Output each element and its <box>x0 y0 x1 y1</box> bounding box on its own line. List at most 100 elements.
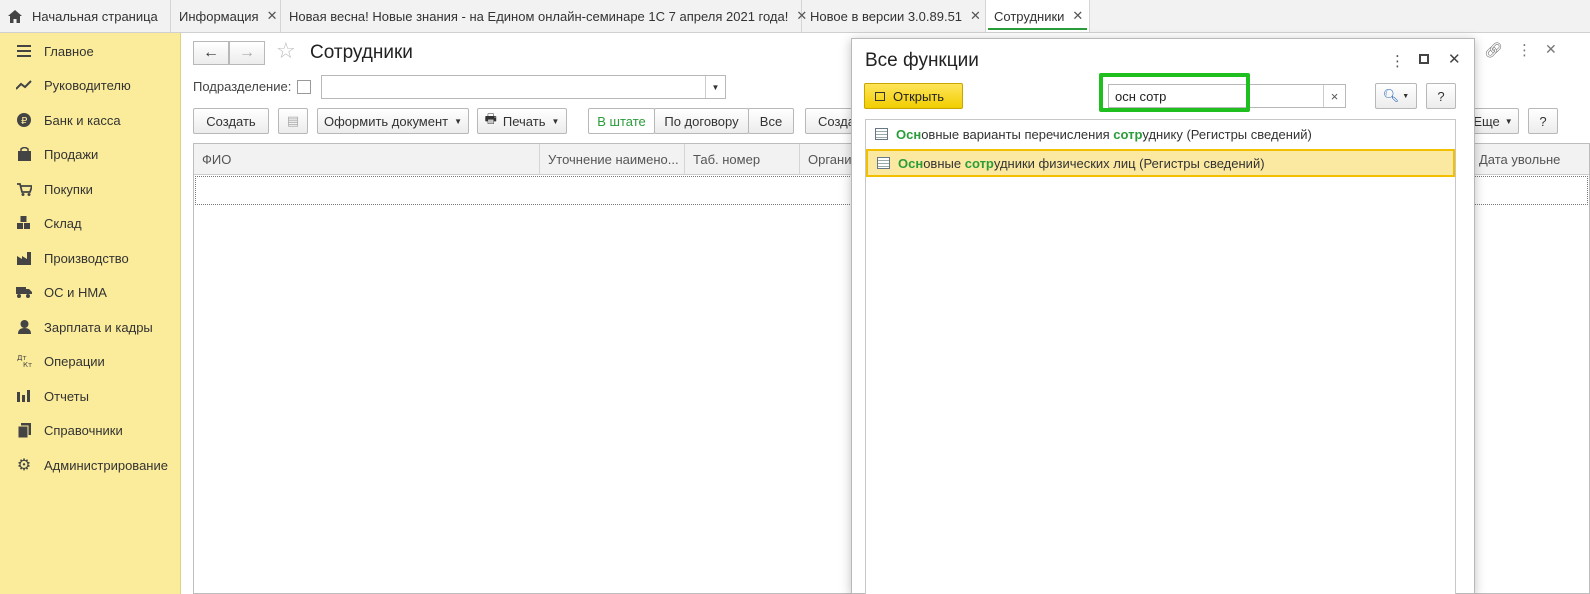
chevron-down-icon: ▼ <box>1402 92 1410 100</box>
match-highlight: сотр <box>964 155 994 171</box>
result-text: Основные сотрудники физических лиц (Реги… <box>898 156 1265 171</box>
dialog-help-button[interactable]: ? <box>1426 83 1456 109</box>
close-icon[interactable]: ✕ <box>970 8 981 24</box>
column-header-tab-number[interactable]: Таб. номер <box>685 144 800 175</box>
result-text-part: уднику (Регистры сведений) <box>1142 126 1312 142</box>
forward-button[interactable]: → <box>229 41 265 65</box>
dialog-title: Все функции <box>865 50 979 71</box>
make-document-label: Оформить документ <box>323 113 449 129</box>
highlight-box <box>1099 73 1250 112</box>
register-icon <box>877 157 890 169</box>
sidebar-item-label: Продажи <box>44 146 99 162</box>
column-header-dismissal-date[interactable]: Дата увольне <box>1471 144 1590 175</box>
sidebar-item-warehouse[interactable]: Склад <box>0 208 181 238</box>
list-item-selected[interactable]: Основные сотрудники физических лиц (Реги… <box>866 149 1455 177</box>
help-button[interactable]: ? <box>1528 108 1558 134</box>
bag-icon <box>16 146 32 162</box>
subdivision-checkbox[interactable] <box>297 80 311 94</box>
favorite-star-icon[interactable]: ☆ <box>276 38 296 64</box>
more-vertical-icon[interactable]: ⋮ <box>1390 52 1405 70</box>
tab-info[interactable]: Информация ✕ <box>171 0 281 32</box>
sidebar-item-fixed-assets[interactable]: ОС и НМА <box>0 277 181 307</box>
sidebar-item-manager[interactable]: Руководителю <box>0 70 181 100</box>
copy-document-button[interactable]: ▤ <box>278 108 308 134</box>
svg-text:Кт: Кт <box>23 361 32 368</box>
dropdown-arrow-icon[interactable]: ▼ <box>705 76 725 98</box>
sidebar-item-label: Склад <box>44 215 82 231</box>
sidebar-item-label: Операции <box>44 353 105 369</box>
clear-icon[interactable]: × <box>1323 85 1345 107</box>
sidebar: Главное Руководителю ₽ Банк и касса Прод… <box>0 33 181 594</box>
filter-contract-button[interactable]: По договору <box>654 108 749 134</box>
link-icon[interactable]: 🔗︎ <box>1484 41 1503 59</box>
sidebar-item-operations[interactable]: Дт Кт Операции <box>0 346 181 376</box>
open-button[interactable]: Открыть <box>864 83 963 109</box>
tab-employees[interactable]: Сотрудники ✕ <box>986 0 1090 32</box>
match-highlight: сотр <box>1113 126 1143 142</box>
all-functions-dialog: Все функции ⋮ ✕ Открыть осн сотр × 🔍︎ ▼ ?… <box>851 38 1475 594</box>
result-text-part: овные варианты перечисления <box>921 126 1114 142</box>
maximize-icon[interactable] <box>1419 54 1429 64</box>
subdivision-field[interactable]: ▼ <box>321 75 726 99</box>
more-vertical-icon[interactable]: ⋮ <box>1517 41 1532 59</box>
column-label: ФИО <box>202 152 232 167</box>
print-button[interactable]: 🖶 Печать ▼ <box>477 108 567 134</box>
search-icon: 🔍︎ <box>1382 88 1400 103</box>
factory-icon <box>16 250 32 266</box>
sidebar-item-label: ОС и НМА <box>44 284 107 300</box>
filter-contract-label: По договору <box>664 113 739 129</box>
sidebar-item-label: Банк и касса <box>44 112 121 128</box>
sidebar-item-reports[interactable]: Отчеты <box>0 381 181 411</box>
result-text-part: удники физических лиц (Регистры сведений… <box>993 155 1265 171</box>
sidebar-item-catalogs[interactable]: Справочники <box>0 415 181 445</box>
page-title: Сотрудники <box>310 42 413 63</box>
register-icon <box>875 128 888 140</box>
sidebar-item-main[interactable]: Главное <box>0 36 181 66</box>
close-icon[interactable]: ✕ <box>267 8 278 24</box>
subdivision-label: Подразделение: <box>193 79 292 94</box>
dt-kt-icon: Дт Кт <box>16 353 32 369</box>
tab-home[interactable]: Начальная страница <box>0 0 171 32</box>
tab-seminar[interactable]: Новая весна! Новые знания - на Едином он… <box>281 0 807 32</box>
chevron-down-icon: ▼ <box>454 116 463 126</box>
list-item[interactable]: Основные варианты перечисления сотрудник… <box>866 120 1455 148</box>
boxes-icon <box>16 215 32 231</box>
sidebar-item-label: Производство <box>44 250 129 266</box>
menu-lines-icon <box>16 43 32 59</box>
tab-label: Начальная страница <box>32 8 158 24</box>
filter-all-label: Все <box>759 113 783 129</box>
svg-text:₽: ₽ <box>21 116 28 127</box>
tab-bar: Начальная страница Информация ✕ Новая ве… <box>0 0 1590 33</box>
filter-staff-button[interactable]: В штате <box>588 108 655 134</box>
close-icon[interactable]: ✕ <box>1072 8 1083 24</box>
tab-label: Сотрудники <box>994 8 1065 24</box>
sidebar-item-purchases[interactable]: Покупки <box>0 174 181 204</box>
sidebar-item-label: Руководителю <box>44 77 131 93</box>
print-label: Печать <box>502 113 546 129</box>
sidebar-item-sales[interactable]: Продажи <box>0 139 181 169</box>
sidebar-item-admin[interactable]: ⚙ Администрирование <box>0 450 181 480</box>
sidebar-item-salary[interactable]: Зарплата и кадры <box>0 312 181 342</box>
filter-all-button[interactable]: Все <box>748 108 794 134</box>
column-header-clarification[interactable]: Уточнение наимено... <box>540 144 685 175</box>
tab-whats-new[interactable]: Новое в версии 3.0.89.51 ✕ <box>802 0 986 32</box>
column-header-fio[interactable]: ФИО <box>194 144 540 175</box>
search-button[interactable]: 🔍︎ ▼ <box>1375 83 1417 109</box>
close-icon[interactable]: ✕ <box>1448 50 1461 68</box>
more-label: Еще <box>1473 113 1500 129</box>
sidebar-item-production[interactable]: Производство <box>0 243 181 273</box>
tab-label: Информация <box>179 8 259 24</box>
column-label: Таб. номер <box>693 152 761 167</box>
match-highlight: Осн <box>896 126 922 142</box>
close-icon[interactable]: ✕ <box>1545 41 1557 58</box>
make-document-button[interactable]: Оформить документ ▼ <box>317 108 469 134</box>
home-icon <box>8 9 22 23</box>
ruble-coin-icon: ₽ <box>16 112 32 128</box>
result-text: Основные варианты перечисления сотрудник… <box>896 127 1312 142</box>
create-button[interactable]: Создать <box>193 108 269 134</box>
sidebar-item-label: Покупки <box>44 181 93 197</box>
back-button[interactable]: ← <box>193 41 229 65</box>
bar-chart-icon <box>16 388 32 404</box>
help-label: ? <box>1539 113 1547 129</box>
sidebar-item-bank[interactable]: ₽ Банк и касса <box>0 105 181 135</box>
